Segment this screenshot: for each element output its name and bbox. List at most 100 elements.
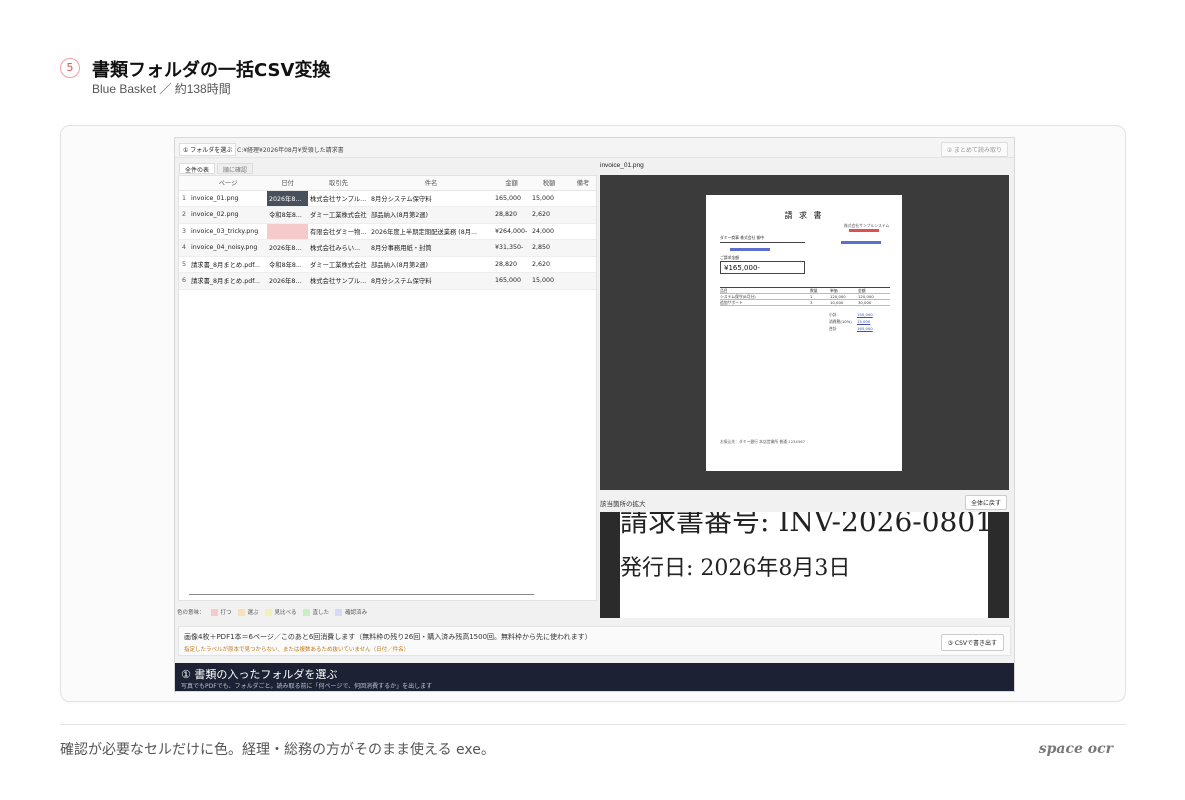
legend-item-label: 見比べる	[274, 610, 297, 616]
column-header[interactable]: 件名	[369, 176, 493, 191]
cell-tax[interactable]: 24,000	[530, 223, 568, 240]
column-header[interactable]: 金額	[493, 176, 530, 191]
cell-page[interactable]: invoice_02.png	[189, 206, 267, 224]
cell-amount[interactable]: 165,000	[493, 190, 530, 207]
doc-highlight	[730, 248, 770, 251]
cell-page[interactable]: invoice_04_noisy.png	[189, 239, 267, 257]
cell-amount[interactable]: ¥264,000-	[493, 223, 530, 240]
row-number: 6	[179, 272, 189, 290]
column-header[interactable]: ページ	[189, 176, 267, 191]
select-folder-button[interactable]: ① フォルダを選ぶ	[179, 143, 237, 156]
doc-recipient: ダミー商事 株式会社 御中	[720, 235, 805, 243]
zoom-pane[interactable]: 請求書番号: INV-2026-0801 発行日: 2026年8月3日	[600, 512, 1009, 618]
brand-logo: space ocr	[1038, 741, 1113, 757]
folder-path: C:¥経理¥2026年08月¥受領した請求書	[237, 147, 344, 154]
preview-filename: invoice_01.png	[600, 162, 644, 169]
cell-page[interactable]: invoice_01.png	[189, 190, 267, 207]
cell-vendor[interactable]: 株式会社サンプル...	[308, 272, 369, 290]
cell-date[interactable]: 令和8年8...	[267, 206, 308, 224]
cell-date[interactable]: 2026年8...	[267, 190, 308, 207]
row-number: 5	[179, 256, 189, 273]
legend-item-label: 確認済み	[345, 610, 368, 616]
cell-date[interactable]: 2026年8...	[267, 239, 308, 257]
cell-subject[interactable]: 2026年度上半期定期配送業務 (8月...	[369, 223, 493, 240]
cell-tax[interactable]: 15,000	[530, 272, 568, 290]
cell-amount[interactable]: 28,820	[493, 256, 530, 273]
cell-amount[interactable]: ¥31,350-	[493, 239, 530, 257]
legend-swatch	[302, 608, 310, 616]
guide-title: ① 書類の入ったフォルダを選ぶ	[181, 668, 338, 681]
doc-bank-info: お振込先：ダミー銀行 本店営業所 普通 1234567	[720, 439, 806, 444]
legend-label: 色の意味：	[177, 610, 205, 616]
doc-title: 請 求 書	[784, 211, 824, 220]
cell-subject[interactable]: 8月分システム保守料	[369, 190, 493, 207]
doc-highlight	[841, 241, 881, 244]
cell-note[interactable]	[568, 272, 596, 290]
view-tabs: 全件の表 順に確認	[179, 163, 254, 174]
cell-amount[interactable]: 28,820	[493, 206, 530, 224]
cell-tax[interactable]: 2,620	[530, 206, 568, 224]
legend-swatch	[237, 608, 245, 616]
cell-amount[interactable]: 165,000	[493, 272, 530, 290]
column-header[interactable]: 取引先	[308, 176, 369, 191]
cell-date-needs-input[interactable]	[267, 223, 308, 240]
status-panel: 画像4枚＋PDF1本＝6ページ／このあと6回消費します（無料枠の残り26回・購入…	[178, 626, 1011, 656]
results-table: ページ 日付 取引先 件名 金額 税額 備考 1 invoice_01.png …	[179, 176, 596, 290]
divider	[60, 724, 1126, 725]
legend-item-label: 打つ	[220, 610, 232, 616]
zoom-issue-date: 発行日: 2026年8月3日	[620, 556, 851, 581]
table-row[interactable]: 4 invoice_04_noisy.png 2026年8... 株式会社みらい…	[179, 239, 596, 257]
reset-zoom-button[interactable]: 全体に戻す	[965, 495, 1008, 510]
cell-note[interactable]	[568, 239, 596, 257]
cell-note[interactable]	[568, 206, 596, 224]
app-window: ① フォルダを選ぶ C:¥経理¥2026年08月¥受領した請求書 ② まとめて読…	[174, 137, 1015, 692]
caption: 確認が必要なセルだけに色。経理・総務の方がそのまま使える exe。	[60, 742, 495, 758]
export-csv-button[interactable]: ③ CSVで書き出す	[940, 634, 1004, 651]
cell-subject[interactable]: 8月分事務用紙・封筒	[369, 239, 493, 257]
cell-page[interactable]: 請求書_8月まとめ.pdf...	[189, 272, 267, 290]
results-table-panel: ページ 日付 取引先 件名 金額 税額 備考 1 invoice_01.png …	[178, 175, 597, 601]
column-header[interactable]: 税額	[530, 176, 568, 191]
cell-note[interactable]	[568, 256, 596, 273]
guide-description: 写真でもPDFでも、フォルダごと。読み取る前に「何ページで、何回消費するか」を出…	[181, 683, 433, 690]
cell-tax[interactable]: 2,620	[530, 256, 568, 273]
legend-swatch	[210, 608, 218, 616]
row-number: 1	[179, 190, 189, 207]
cell-page[interactable]: invoice_03_tricky.png	[189, 223, 267, 240]
horizontal-scrollbar[interactable]	[189, 593, 534, 595]
cell-page[interactable]: 請求書_8月まとめ.pdf...	[189, 256, 267, 273]
cell-vendor[interactable]: ダミー工業株式会社	[308, 256, 369, 273]
document-preview[interactable]: 請 求 書 株式会社サンプルシステム ダミー商事 株式会社 御中 ご請求金額 ¥…	[600, 175, 1009, 490]
doc-highlight	[849, 229, 879, 232]
color-legend: 色の意味： 打つ 選ぶ 見比べる 直した 確認済み	[177, 607, 367, 617]
read-all-button[interactable]: ② まとめて読み取り	[940, 142, 1008, 157]
table-row[interactable]: 1 invoice_01.png 2026年8... 株式会社サンプル... 8…	[179, 190, 596, 207]
cell-subject[interactable]: 8月分システム保守料	[369, 272, 493, 290]
usage-summary: 画像4枚＋PDF1本＝6ページ／このあと6回消費します（無料枠の残り26回・購入…	[184, 633, 592, 641]
cell-note[interactable]	[568, 223, 596, 240]
table-row[interactable]: 5 請求書_8月まとめ.pdf... 令和8年8... ダミー工業株式会社 部品…	[179, 256, 596, 273]
cell-note[interactable]	[568, 190, 596, 207]
cell-vendor[interactable]: 株式会社みらい...	[308, 239, 369, 257]
cell-subject[interactable]: 部品納入(8月第2週)	[369, 206, 493, 224]
column-header[interactable]: 日付	[267, 176, 308, 191]
cell-date[interactable]: 令和8年8...	[267, 256, 308, 273]
cell-subject[interactable]: 部品納入(8月第2週)	[369, 256, 493, 273]
table-row[interactable]: 6 請求書_8月まとめ.pdf... 2026年8... 株式会社サンプル...…	[179, 272, 596, 290]
table-row[interactable]: 2 invoice_02.png 令和8年8... ダミー工業株式会社 部品納入…	[179, 206, 596, 224]
zoom-label: 該当箇所の拡大	[600, 500, 646, 508]
invoice-page-image: 請 求 書 株式会社サンプルシステム ダミー商事 株式会社 御中 ご請求金額 ¥…	[706, 195, 902, 471]
cell-vendor[interactable]: 株式会社サンプル...	[308, 190, 369, 207]
cell-tax[interactable]: 2,850	[530, 239, 568, 257]
column-header[interactable]: 備考	[568, 176, 596, 191]
table-row[interactable]: 3 invoice_03_tricky.png 有限会社ダミー物... 2026…	[179, 223, 596, 240]
page-subtitle: Blue Basket ／ 約138時間	[92, 82, 231, 96]
cell-date[interactable]: 2026年8...	[267, 272, 308, 290]
legend-swatch	[335, 608, 343, 616]
cell-vendor[interactable]: ダミー工業株式会社	[308, 206, 369, 224]
cell-vendor[interactable]: 有限会社ダミー物...	[308, 223, 369, 240]
tab-step-review[interactable]: 順に確認	[217, 163, 254, 174]
tab-all-table[interactable]: 全件の表	[179, 163, 216, 174]
row-number: 2	[179, 206, 189, 224]
cell-tax[interactable]: 15,000	[530, 190, 568, 207]
